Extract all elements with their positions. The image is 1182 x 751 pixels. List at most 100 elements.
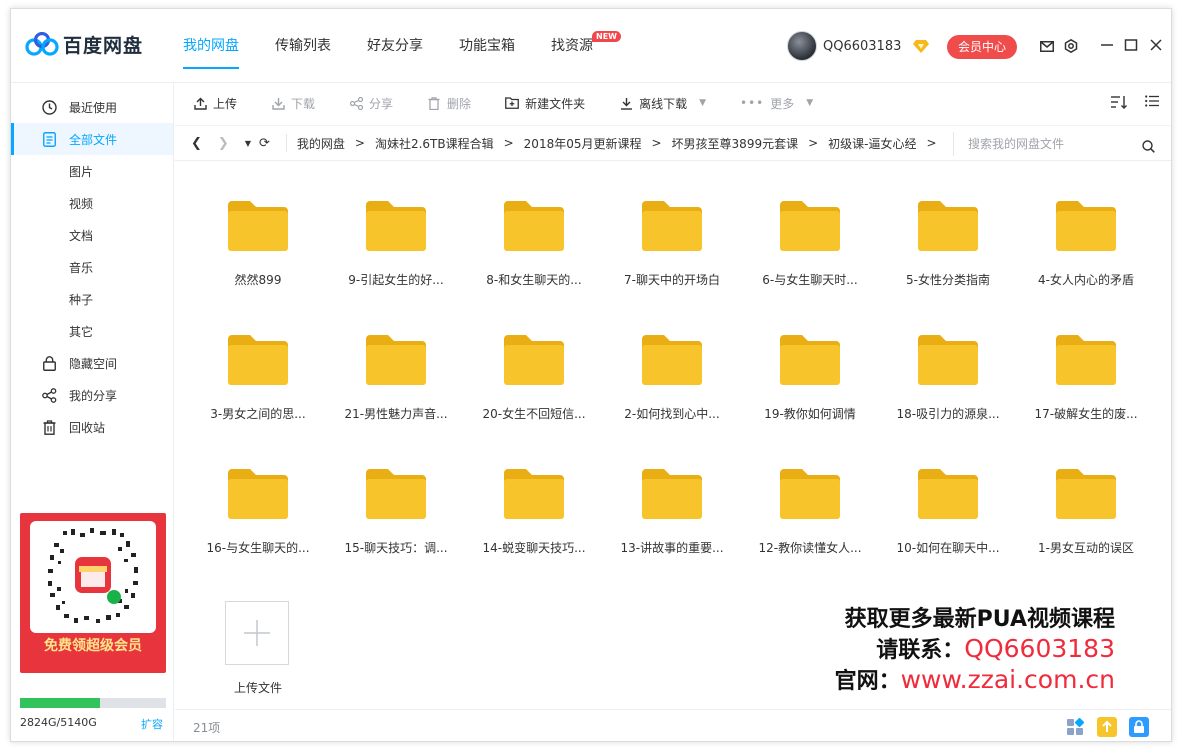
folder-item[interactable]: 19-教你如何调情 <box>745 309 875 429</box>
sidebar-item-documents[interactable]: 文档 <box>11 219 173 251</box>
sidebar-item-others[interactable]: 其它 <box>11 315 173 347</box>
sidebar-item-recycle-bin[interactable]: 回收站 <box>11 411 173 443</box>
ad-site-value: www.zzai.com.cn <box>900 665 1115 694</box>
folder-item[interactable]: 8-和女生聊天的... <box>469 175 599 295</box>
breadcrumb-item[interactable]: 我的网盘 <box>297 135 345 152</box>
expand-storage-link[interactable]: 扩容 <box>141 716 163 732</box>
top-bar: 百度网盘 我的网盘 传输列表 好友分享 功能宝箱 找资源 NEW QQ66031… <box>11 9 1171 83</box>
folder-item[interactable]: 9-引起女生的好... <box>331 175 461 295</box>
folder-name: 9-引起女生的好... <box>348 273 444 287</box>
vip-center-button[interactable]: 会员中心 <box>947 35 1017 59</box>
upload-file-tile[interactable] <box>225 601 289 665</box>
tab-find-resources[interactable]: 找资源 NEW <box>551 9 621 83</box>
safe-lock-icon[interactable] <box>1129 717 1149 737</box>
folder-item[interactable]: 10-如何在聊天中... <box>883 443 1013 563</box>
list-view-icon[interactable] <box>1145 95 1159 112</box>
sidebar-item-torrents[interactable]: 种子 <box>11 283 173 315</box>
search-input[interactable]: 搜索我的网盘文件 <box>953 132 1159 156</box>
user-profile[interactable]: QQ6603183 <box>787 31 901 61</box>
folder-name: 8-和女生聊天的... <box>486 273 582 287</box>
storage-bar <box>20 698 166 708</box>
tab-friend-share[interactable]: 好友分享 <box>367 9 423 83</box>
minimize-icon[interactable] <box>1099 37 1115 53</box>
upload-button[interactable]: 上传 <box>193 95 237 112</box>
sidebar-item-music[interactable]: 音乐 <box>11 251 173 283</box>
folder-icon <box>504 335 564 385</box>
sidebar-item-my-shares[interactable]: 我的分享 <box>11 379 173 411</box>
apps-grid-icon[interactable] <box>1065 717 1085 737</box>
status-actions <box>1053 717 1149 737</box>
sidebar-item-images[interactable]: 图片 <box>11 155 173 187</box>
folder-item[interactable]: 14-蜕变聊天技巧... <box>469 443 599 563</box>
sidebar-item-videos[interactable]: 视频 <box>11 187 173 219</box>
ad-site-label: 官网： <box>834 669 901 694</box>
new-folder-button[interactable]: 新建文件夹 <box>505 95 585 112</box>
breadcrumb-item[interactable]: 淘妹社2.6TB课程合辑 <box>375 135 494 152</box>
tab-toolbox[interactable]: 功能宝箱 <box>459 9 515 83</box>
history-dropdown-icon[interactable]: ▼ <box>245 139 251 148</box>
folder-item[interactable]: 21-男性魅力声音... <box>331 309 461 429</box>
delete-button[interactable]: 删除 <box>427 95 471 112</box>
share-button[interactable]: 分享 <box>349 95 393 112</box>
offline-download-icon <box>619 96 633 110</box>
storage-usage: 2824G/5140G <box>20 716 97 729</box>
breadcrumb-separator: > <box>651 136 662 150</box>
transfer-upload-icon[interactable] <box>1097 717 1117 737</box>
more-dots-icon: ••• <box>740 96 765 110</box>
share-icon <box>41 387 57 403</box>
sidebar-item-recent[interactable]: 最近使用 <box>11 91 173 123</box>
folder-item[interactable]: 7-聊天中的开场白 <box>607 175 737 295</box>
folder-item[interactable]: 17-破解女生的废... <box>1021 309 1151 429</box>
folder-name: 16-与女生聊天的... <box>206 541 310 555</box>
breadcrumb-item[interactable]: 坏男孩至尊3899元套课 <box>672 135 799 152</box>
free-vip-promo[interactable]: 免费领超级会员 <box>20 513 166 673</box>
breadcrumb-item[interactable]: 2018年05月更新课程 <box>524 135 642 152</box>
folder-item[interactable]: 3-男女之间的思... <box>193 309 323 429</box>
vip-diamond-icon[interactable] <box>913 39 929 53</box>
folder-item[interactable]: 5-女性分类指南 <box>883 175 1013 295</box>
sort-icon[interactable] <box>1111 95 1127 112</box>
folder-item[interactable]: 13-讲故事的重要... <box>607 443 737 563</box>
breadcrumb-item[interactable]: 初级课-逼女心经 <box>828 135 916 152</box>
folder-item[interactable]: 然然899 <box>193 175 323 295</box>
back-arrow-icon[interactable]: ❮ <box>191 136 202 151</box>
refresh-icon[interactable]: ⟳ <box>259 136 270 151</box>
more-button[interactable]: ••• 更多 ▼ <box>740 95 813 112</box>
folder-item[interactable]: 15-聊天技巧：调... <box>331 443 461 563</box>
tab-transfer-list[interactable]: 传输列表 <box>275 9 331 83</box>
forward-arrow-icon[interactable]: ❯ <box>218 136 229 151</box>
tab-my-drive[interactable]: 我的网盘 <box>183 9 239 83</box>
folder-item[interactable]: 20-女生不回短信... <box>469 309 599 429</box>
view-options <box>1093 95 1159 112</box>
ad-line2: 请联系：QQ6603183 <box>835 634 1115 665</box>
folder-item[interactable]: 12-教你读懂女人... <box>745 443 875 563</box>
folder-icon <box>780 335 840 385</box>
path-bar: ❮ ❯ ▼ ⟳ 我的网盘 > 淘妹社2.6TB课程合辑 > 2018年05月更新… <box>175 125 1171 161</box>
mail-icon[interactable] <box>1039 38 1055 54</box>
settings-icon[interactable] <box>1063 38 1079 54</box>
folder-item[interactable]: 6-与女生聊天时... <box>745 175 875 295</box>
folder-name: 20-女生不回短信... <box>482 407 586 421</box>
username[interactable]: QQ6603183 <box>823 39 901 54</box>
qr-code <box>30 521 156 633</box>
folder-item[interactable]: 4-女人内心的矛盾 <box>1021 175 1151 295</box>
folder-item[interactable]: 18-吸引力的源泉... <box>883 309 1013 429</box>
new-badge: NEW <box>592 31 621 42</box>
folder-icon <box>504 201 564 251</box>
download-button[interactable]: 下载 <box>271 95 315 112</box>
folder-item[interactable]: 1-男女互动的误区 <box>1021 443 1151 563</box>
offline-download-button[interactable]: 离线下载 ▼ <box>619 95 706 112</box>
ad-line3: 官网：www.zzai.com.cn <box>835 665 1115 696</box>
trash-icon <box>427 96 441 110</box>
search-icon[interactable] <box>1142 137 1155 161</box>
folder-item[interactable]: 16-与女生聊天的... <box>193 443 323 563</box>
folder-item[interactable]: 2-如何找到心中... <box>607 309 737 429</box>
close-icon[interactable] <box>1148 37 1164 53</box>
maximize-icon[interactable] <box>1123 37 1139 53</box>
sidebar-item-all-files[interactable]: 全部文件 <box>11 123 173 155</box>
history-nav: ❮ ❯ ▼ ⟳ <box>175 136 286 151</box>
download-icon <box>271 96 285 110</box>
avatar[interactable] <box>787 31 817 61</box>
share-label: 分享 <box>369 96 394 111</box>
sidebar-item-hidden-space[interactable]: 隐藏空间 <box>11 347 173 379</box>
